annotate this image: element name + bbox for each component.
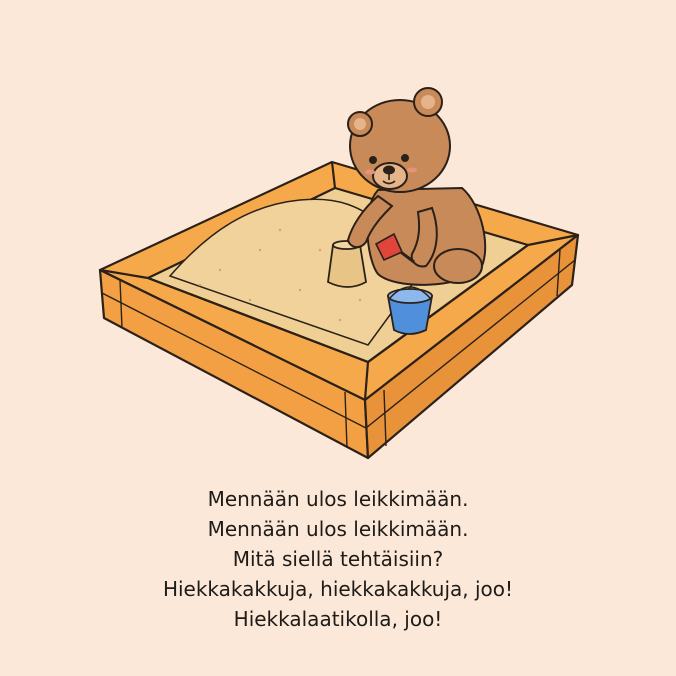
verse-line: Hiekkalaatikolla, joo! bbox=[233, 607, 443, 631]
sandbox-illustration bbox=[98, 87, 580, 460]
verse-line: Mennään ulos leikkimään. bbox=[207, 487, 469, 511]
bucket-icon bbox=[386, 286, 434, 335]
picture-book-page: Mennään ulos leikkimään. Mennään ulos le… bbox=[0, 0, 676, 676]
verse-line: Mennään ulos leikkimään. bbox=[207, 517, 469, 541]
verse-text: Mennään ulos leikkimään. Mennään ulos le… bbox=[0, 484, 676, 634]
sandcastle-icon bbox=[327, 240, 367, 288]
verse-line: Mitä siellä tehtäisiin? bbox=[232, 547, 444, 571]
verse-line: Hiekkakakkuja, hiekkakakkuja, joo! bbox=[162, 577, 514, 601]
